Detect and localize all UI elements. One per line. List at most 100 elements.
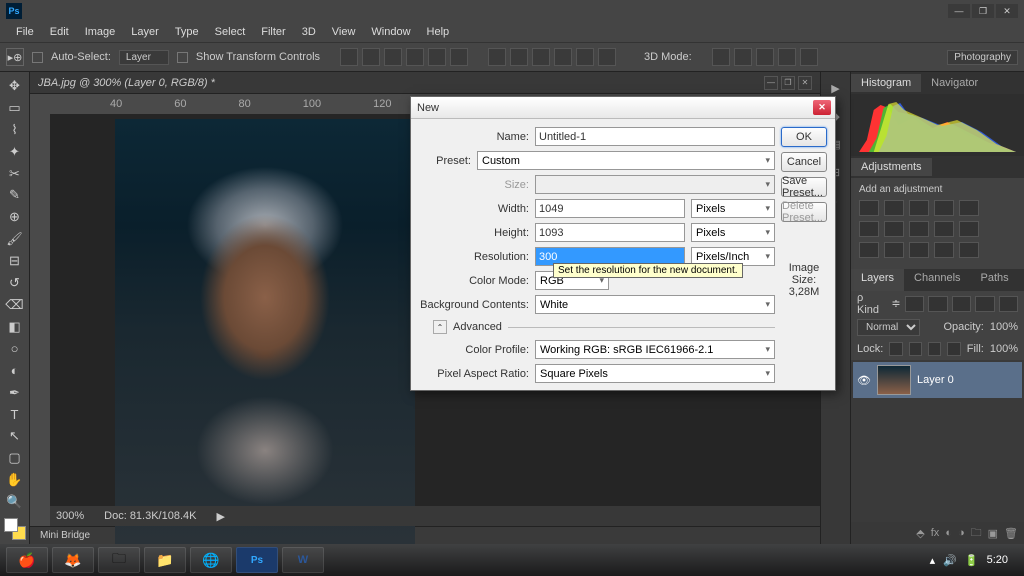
menu-select[interactable]: Select — [207, 24, 254, 40]
align-icon[interactable] — [428, 48, 446, 66]
height-input[interactable] — [535, 223, 685, 242]
3d-icon[interactable] — [800, 48, 818, 66]
menu-help[interactable]: Help — [419, 24, 458, 40]
taskbar-app[interactable]: 🌐 — [190, 547, 232, 573]
menu-window[interactable]: Window — [363, 24, 418, 40]
posterize-icon[interactable] — [884, 242, 904, 258]
dodge-tool[interactable]: ◐ — [3, 361, 27, 381]
stamp-tool[interactable]: ⊟ — [3, 251, 27, 271]
menu-filter[interactable]: Filter — [253, 24, 293, 40]
gradient-tool[interactable]: ◧ — [3, 317, 27, 337]
align-icon[interactable] — [450, 48, 468, 66]
tab-layers[interactable]: Layers — [851, 269, 904, 291]
pen-tool[interactable]: ✒ — [3, 383, 27, 403]
threshold-icon[interactable] — [909, 242, 929, 258]
distribute-icon[interactable] — [576, 48, 594, 66]
expand-panels-icon[interactable]: ▶ — [826, 78, 846, 98]
width-input[interactable] — [535, 199, 685, 218]
hue-icon[interactable] — [859, 221, 879, 237]
brush-tool[interactable]: 🖌 — [3, 229, 27, 249]
blend-mode-dropdown[interactable]: Normal — [857, 319, 920, 336]
auto-select-checkbox[interactable] — [32, 52, 43, 63]
lasso-tool[interactable]: ⌇ — [3, 120, 27, 140]
tray-time[interactable]: 5:20 — [987, 554, 1008, 566]
align-icon[interactable] — [406, 48, 424, 66]
lut-icon[interactable] — [959, 221, 979, 237]
path-tool[interactable]: ↖ — [3, 427, 27, 447]
3d-icon[interactable] — [712, 48, 730, 66]
align-icon[interactable] — [340, 48, 358, 66]
menu-file[interactable]: File — [8, 24, 42, 40]
tab-channels[interactable]: Channels — [904, 269, 970, 291]
marquee-tool[interactable]: ▭ — [3, 98, 27, 118]
window-minimize-button[interactable]: — — [948, 4, 970, 18]
pixel-aspect-dropdown[interactable]: Square Pixels — [535, 364, 775, 383]
color-profile-dropdown[interactable]: Working RGB: sRGB IEC61966-2.1 — [535, 340, 775, 359]
preset-dropdown[interactable]: Custom — [477, 151, 775, 170]
new-layer-icon[interactable]: ▣ — [988, 527, 998, 540]
window-close-button[interactable]: ✕ — [996, 4, 1018, 18]
doc-close-icon[interactable]: ✕ — [798, 76, 812, 90]
lock-all-icon[interactable] — [947, 342, 960, 356]
filter-shape-icon[interactable] — [975, 296, 994, 312]
tab-paths[interactable]: Paths — [971, 269, 1019, 291]
3d-icon[interactable] — [756, 48, 774, 66]
group-icon[interactable]: 🗀 — [971, 524, 982, 543]
filter-smart-icon[interactable] — [999, 296, 1018, 312]
zoom-tool[interactable]: 🔍 — [3, 492, 27, 512]
cancel-button[interactable]: Cancel — [781, 152, 827, 172]
distribute-icon[interactable] — [532, 48, 550, 66]
lock-pos-icon[interactable] — [928, 342, 941, 356]
dialog-close-button[interactable]: ✕ — [813, 100, 831, 115]
selective-color-icon[interactable] — [959, 242, 979, 258]
link-layers-icon[interactable]: ⬘ — [916, 527, 924, 540]
visibility-icon[interactable]: 👁 — [857, 373, 871, 387]
layer-name[interactable]: Layer 0 — [917, 374, 954, 386]
crop-tool[interactable]: ✂ — [3, 164, 27, 184]
color-swatch[interactable] — [4, 518, 26, 540]
hand-tool[interactable]: ✋ — [3, 470, 27, 490]
menu-layer[interactable]: Layer — [123, 24, 167, 40]
menu-edit[interactable]: Edit — [42, 24, 77, 40]
filter-adj-icon[interactable] — [928, 296, 947, 312]
eyedropper-tool[interactable]: ✎ — [3, 186, 27, 206]
fill-value[interactable]: 100% — [990, 343, 1018, 355]
history-brush-tool[interactable]: ↺ — [3, 273, 27, 293]
fg-color-swatch[interactable] — [4, 518, 18, 532]
delete-layer-icon[interactable]: 🗑 — [1004, 527, 1018, 540]
filter-text-icon[interactable] — [952, 296, 971, 312]
photo-filter-icon[interactable] — [909, 221, 929, 237]
layer-kind-filter[interactable]: ρ Kind — [857, 292, 887, 316]
layer-thumbnail[interactable] — [877, 365, 911, 395]
distribute-icon[interactable] — [554, 48, 572, 66]
dialog-titlebar[interactable]: New ✕ — [411, 97, 835, 119]
taskbar-photoshop[interactable]: Ps — [236, 547, 278, 573]
text-tool[interactable]: T — [3, 405, 27, 425]
tray-icon[interactable]: 🔊 — [943, 554, 957, 567]
filter-pixel-icon[interactable] — [905, 296, 924, 312]
menu-3d[interactable]: 3D — [294, 24, 324, 40]
invert-icon[interactable] — [859, 242, 879, 258]
tab-adjustments[interactable]: Adjustments — [851, 158, 932, 176]
layer-item[interactable]: 👁 Layer 0 — [853, 362, 1022, 398]
taskbar-word[interactable]: W — [282, 547, 324, 573]
align-icon[interactable] — [384, 48, 402, 66]
distribute-icon[interactable] — [488, 48, 506, 66]
menu-image[interactable]: Image — [77, 24, 124, 40]
curves-icon[interactable] — [909, 200, 929, 216]
height-unit-dropdown[interactable]: Pixels — [691, 223, 775, 242]
workspace-dropdown[interactable]: Photography — [947, 50, 1018, 65]
gradient-map-icon[interactable] — [934, 242, 954, 258]
auto-select-dropdown[interactable]: Layer — [119, 50, 169, 65]
distribute-icon[interactable] — [510, 48, 528, 66]
doc-minimize-icon[interactable]: — — [764, 76, 778, 90]
move-tool[interactable]: ✥ — [3, 76, 27, 96]
document-tab[interactable]: JBA.jpg @ 300% (Layer 0, RGB/8) * — ❐ ✕ — [30, 72, 820, 94]
start-button[interactable]: 🍎 — [6, 547, 48, 573]
3d-icon[interactable] — [778, 48, 796, 66]
blur-tool[interactable]: ○ — [3, 339, 27, 359]
opacity-value[interactable]: 100% — [990, 321, 1018, 333]
vibrance-icon[interactable] — [959, 200, 979, 216]
tab-histogram[interactable]: Histogram — [851, 74, 921, 92]
tab-navigator[interactable]: Navigator — [921, 74, 988, 92]
